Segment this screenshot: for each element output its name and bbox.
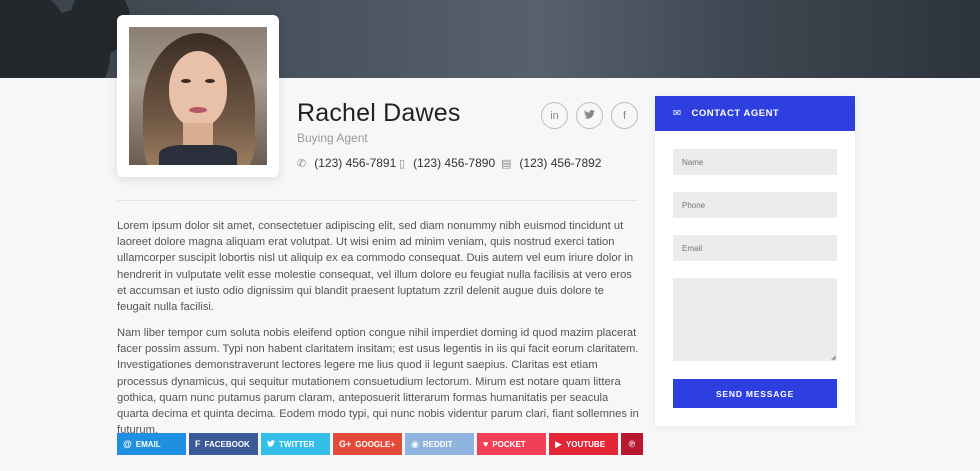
share-email-label: EMAIL <box>135 439 161 449</box>
mobile-number-text: (123) 456-7890 <box>413 156 496 170</box>
facebook-icon: f <box>195 439 201 449</box>
contact-agent-form: ✉ CONTACT AGENT ◢ SEND MESSAGE <box>655 96 855 426</box>
twitter-icon <box>267 439 275 449</box>
share-facebook-button[interactable]: f FACEBOOK <box>189 433 258 455</box>
share-youtube-label: YOUTUBE <box>565 439 606 449</box>
share-twitter-button[interactable]: TWITTER <box>261 433 330 455</box>
fax-number-text: (123) 456-7892 <box>519 156 602 170</box>
share-email-button[interactable]: @ EMAIL <box>117 433 186 455</box>
share-reddit-label: REDDIT <box>422 439 453 449</box>
contact-form-header: ✉ CONTACT AGENT <box>655 96 855 131</box>
phone-number-text: (123) 456-7891 <box>314 156 397 170</box>
share-twitter-label: TWITTER <box>279 439 315 449</box>
agent-photo-card <box>117 15 279 177</box>
facebook-icon: f <box>622 109 627 122</box>
envelope-icon: ✉ <box>673 108 682 119</box>
contact-form-title: CONTACT AGENT <box>691 108 780 119</box>
share-pocket-label: POCKET <box>492 439 526 449</box>
phone-field[interactable] <box>673 192 837 218</box>
reddit-icon: ◉ <box>411 438 419 449</box>
phone-icon: ✆ <box>297 157 307 170</box>
agent-photo <box>129 27 267 165</box>
share-youtube-button[interactable]: ▶ YOUTUBE <box>549 433 618 455</box>
mobile-number[interactable]: ▯ (123) 456-7890 <box>399 156 495 170</box>
divider <box>117 200 637 201</box>
share-google-button[interactable]: G+ GOOGLE+ <box>333 433 402 455</box>
fax-icon: ▤ <box>501 157 512 170</box>
message-field[interactable] <box>673 278 837 361</box>
bio-paragraph: Nam liber tempor cum soluta nobis eleife… <box>117 327 639 437</box>
linkedin-link[interactable]: in <box>541 102 568 129</box>
pinterest-icon: ℗ <box>628 439 636 449</box>
share-facebook-label: FACEBOOK <box>204 439 250 449</box>
agent-name: Rachel Dawes <box>297 99 461 127</box>
resize-grip-icon[interactable]: ◢ <box>831 354 836 361</box>
share-buttons: @ EMAIL f FACEBOOK TWITTER G+ GOOGLE+ ◉ … <box>117 433 643 455</box>
google-plus-icon: G+ <box>339 439 352 449</box>
twitter-link[interactable] <box>576 102 603 129</box>
share-pocket-button[interactable]: ♥ POCKET <box>477 433 546 455</box>
facebook-link[interactable]: f <box>611 102 638 129</box>
name-field[interactable] <box>673 149 837 175</box>
fax-number[interactable]: ▤ (123) 456-7892 <box>501 156 601 170</box>
email-field[interactable] <box>673 235 837 261</box>
phone-number[interactable]: ✆ (123) 456-7891 <box>297 156 396 170</box>
mobile-icon: ▯ <box>399 157 406 170</box>
bio-paragraph: Lorem ipsum dolor sit amet, consectetuer… <box>117 220 634 314</box>
youtube-icon: ▶ <box>555 438 562 449</box>
share-google-label: GOOGLE+ <box>355 439 396 449</box>
send-message-button[interactable]: SEND MESSAGE <box>673 379 837 408</box>
share-pinterest-button[interactable]: ℗ <box>621 433 643 455</box>
share-reddit-button[interactable]: ◉ REDDIT <box>405 433 474 455</box>
agent-role: Buying Agent <box>297 131 368 145</box>
at-icon: @ <box>123 439 132 449</box>
pocket-icon: ♥ <box>483 439 489 449</box>
twitter-icon <box>584 109 595 122</box>
linkedin-icon: in <box>550 109 559 122</box>
